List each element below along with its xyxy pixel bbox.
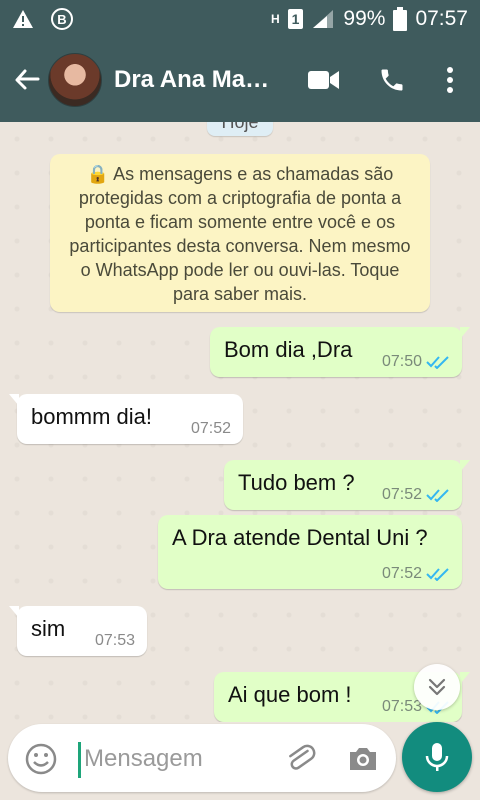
back-button[interactable]: [4, 58, 48, 102]
message-incoming[interactable]: sim 07:53: [9, 606, 147, 656]
battery-icon: [393, 7, 408, 31]
message-outgoing[interactable]: A Dra atende Dental Uni ? 07:52: [158, 515, 462, 589]
contact-name[interactable]: Dra Ana Ma…: [114, 66, 282, 94]
voice-call-button[interactable]: [372, 60, 412, 100]
chat-header: Dra Ana Ma…: [0, 38, 480, 122]
encryption-notice[interactable]: 🔒 As mensagens e as chamadas são protegi…: [50, 154, 430, 312]
more-vert-icon: [447, 67, 453, 93]
emoji-icon[interactable]: [24, 742, 58, 776]
message-time: 07:53: [94, 632, 135, 649]
message-meta: 07:52: [382, 486, 450, 504]
mic-icon: [425, 743, 449, 771]
svg-text:B: B: [57, 12, 66, 27]
composer-box: [8, 724, 396, 792]
message-incoming[interactable]: bommm dia! 07:52: [9, 394, 243, 444]
text-caret: [78, 742, 81, 778]
bubble-tail: [9, 606, 19, 618]
more-options-button[interactable]: [440, 60, 460, 100]
message-text: Bom dia ,Dra: [224, 337, 353, 362]
bubble-tail: [460, 327, 470, 339]
message-meta: 07:53: [95, 632, 135, 650]
message-outgoing[interactable]: Bom dia ,Dra 07:50: [210, 327, 470, 377]
message-time: 07:53: [381, 698, 422, 715]
camera-icon[interactable]: [346, 742, 380, 776]
video-call-icon: [308, 71, 339, 89]
message-meta: 07:52: [191, 420, 231, 438]
composer-bar: [0, 722, 480, 800]
message-time: 07:50: [381, 353, 422, 370]
message-text: sim: [31, 616, 66, 641]
double-check-icon: [426, 489, 449, 502]
message-outgoing[interactable]: Tudo bem ? 07:52: [224, 460, 470, 510]
message-input[interactable]: [84, 738, 264, 780]
encryption-notice-text: 🔒 As mensagens e as chamadas são protegi…: [69, 164, 411, 304]
voice-message-button[interactable]: [402, 722, 472, 792]
double-check-icon: [426, 568, 449, 581]
attach-icon[interactable]: [284, 742, 318, 776]
bubble-tail: [9, 394, 19, 406]
network-indicator: H: [270, 12, 280, 26]
signal-icon: [311, 8, 335, 30]
message-text: Ai que bom !: [228, 682, 352, 707]
bubble-tail: [460, 460, 470, 472]
video-call-button[interactable]: [304, 60, 344, 100]
message-time: 07:52: [381, 486, 422, 503]
message-text: bommm dia!: [31, 404, 153, 429]
scroll-to-bottom-button[interactable]: [414, 664, 460, 710]
phone-icon: [381, 69, 403, 91]
message-text: Tudo bem ?: [238, 470, 355, 495]
battery-percent: 99%: [343, 7, 386, 30]
double-check-icon: [426, 356, 449, 369]
message-meta: 07:50: [382, 353, 450, 371]
chevron-double-down-icon: [428, 678, 446, 696]
bubble-tail: [460, 672, 470, 684]
sim-slot-badge: 1: [287, 9, 304, 29]
avatar[interactable]: [48, 53, 102, 107]
status-bar: B H 1 99% 07:57: [0, 0, 480, 38]
clock: 07:57: [415, 7, 468, 30]
sim-slot-number: 1: [291, 11, 300, 27]
message-time: 07:52: [381, 565, 422, 582]
message-time: 07:52: [190, 420, 231, 437]
warning-icon: [12, 9, 34, 29]
message-text: A Dra atende Dental Uni ?: [172, 525, 428, 550]
b-circle-icon: B: [50, 7, 74, 31]
message-list[interactable]: Hoje 🔒 As mensagens e as chamadas são pr…: [0, 122, 480, 722]
date-chip: Hoje: [207, 122, 273, 136]
back-arrow-icon: [15, 69, 40, 90]
message-meta: 07:52: [382, 565, 450, 583]
